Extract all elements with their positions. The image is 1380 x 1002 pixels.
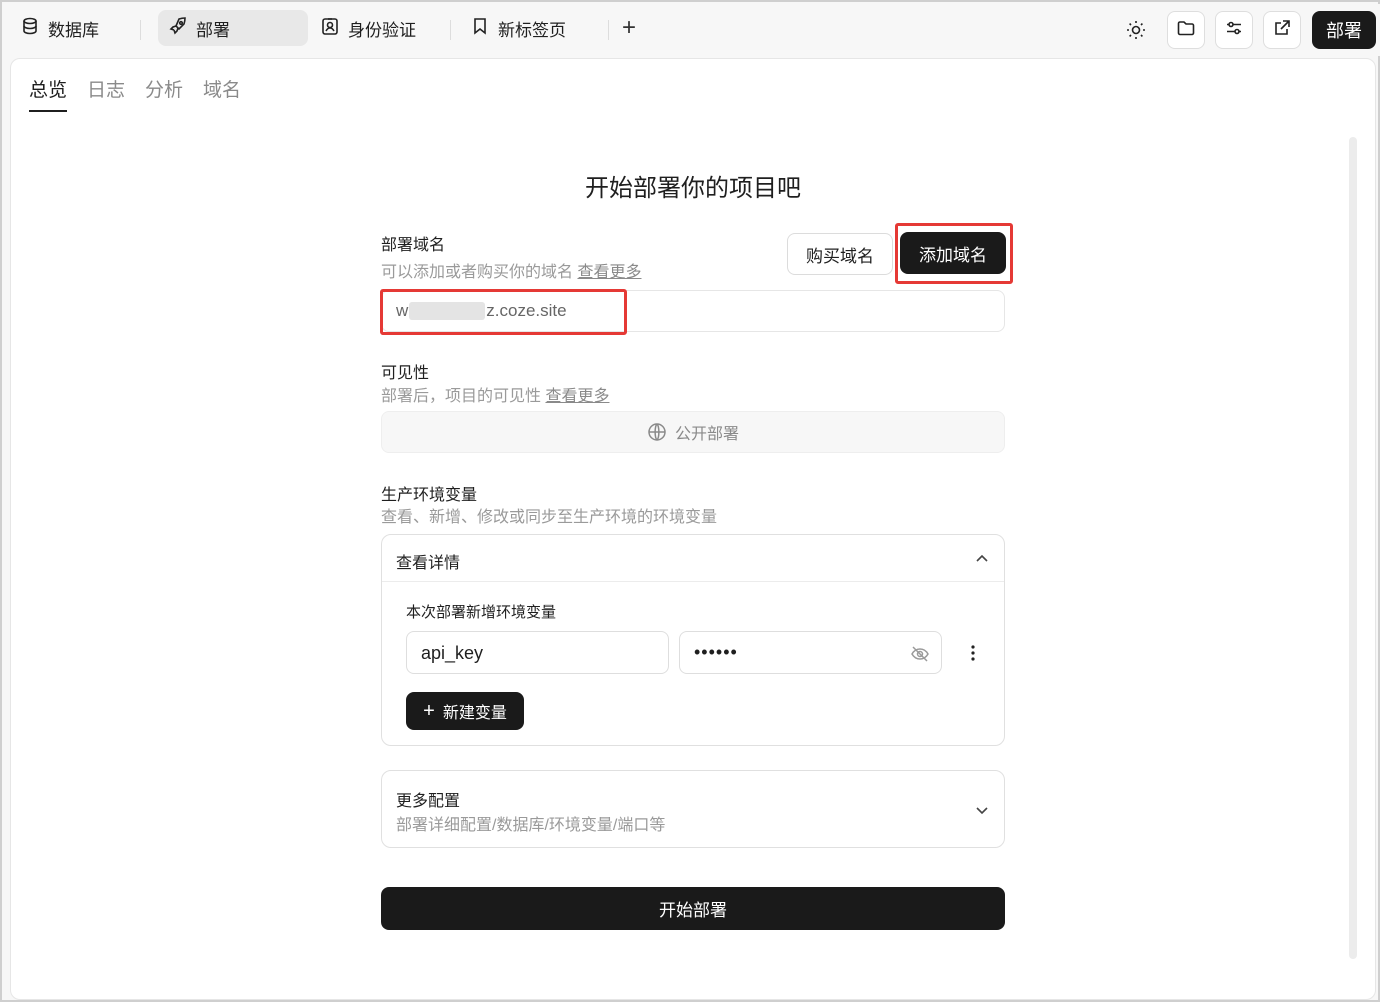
tab-label: 身份验证: [348, 20, 416, 40]
add-domain-button[interactable]: 添加域名: [900, 232, 1006, 274]
tab-new[interactable]: 新标签页: [460, 10, 576, 46]
tab-label: 数据库: [48, 20, 99, 40]
database-icon: [20, 16, 40, 41]
subtab-logs[interactable]: 日志: [87, 75, 125, 112]
env-hint: 查看、新增、修改或同步至生产环境的环境变量: [381, 509, 718, 526]
rocket-icon: [168, 16, 188, 41]
subtab-domains[interactable]: 域名: [203, 75, 241, 112]
visibility-select[interactable]: 公开部署: [381, 411, 1005, 453]
env-value-input[interactable]: ••••••: [679, 631, 942, 674]
subtab-bar: 总览 日志 分析 域名: [29, 75, 241, 112]
sliders-icon: [1224, 18, 1244, 43]
visibility-hint-text: 部署后，项目的可见性: [381, 388, 542, 405]
domain-label: 部署域名: [381, 237, 446, 254]
tab-divider: [140, 20, 141, 40]
more-vertical-icon[interactable]: [968, 643, 978, 668]
chevron-up-icon[interactable]: [974, 551, 990, 567]
tab-auth[interactable]: 身份验证: [310, 10, 426, 46]
folder-button[interactable]: [1167, 11, 1205, 49]
divider: [382, 581, 1004, 582]
globe-icon: [647, 422, 667, 442]
bookmark-icon: [470, 16, 490, 41]
subtab-overview[interactable]: 总览: [29, 75, 68, 112]
domain-learn-more-link[interactable]: 查看更多: [577, 264, 641, 281]
new-variable-label: 新建变量: [442, 705, 507, 722]
eye-off-icon[interactable]: [910, 644, 930, 669]
add-tab-button[interactable]: +: [622, 16, 636, 40]
tab-label: 新标签页: [498, 20, 566, 40]
top-bar: 数据库 部署 身份验证 新标签页 + 部署: [4, 4, 1380, 56]
env-details-title[interactable]: 查看详情: [396, 549, 460, 573]
domain-hint: 可以添加或者购买你的域名 查看更多: [381, 258, 641, 282]
more-config-hint: 部署详细配置/数据库/环境变量/端口等: [396, 817, 666, 834]
tab-label: 部署: [196, 20, 230, 40]
external-link-icon: [1272, 18, 1292, 43]
chevron-down-icon[interactable]: [974, 802, 990, 818]
page-title: 开始部署你的项目吧: [585, 175, 801, 202]
visibility-label: 可见性: [381, 365, 430, 382]
plus-icon: +: [423, 700, 435, 722]
deploy-button[interactable]: 部署: [1312, 11, 1376, 49]
tab-divider: [450, 20, 451, 40]
tab-deploy[interactable]: 部署: [158, 10, 308, 46]
more-config-card[interactable]: 更多配置 部署详细配置/数据库/环境变量/端口等: [381, 770, 1005, 848]
highlight-box: [380, 289, 627, 335]
domain-hint-text: 可以添加或者购买你的域名: [381, 264, 574, 281]
open-external-button[interactable]: [1263, 11, 1301, 49]
new-env-section-title: 本次部署新增环境变量: [406, 604, 557, 621]
more-config-title: 更多配置: [396, 793, 461, 810]
theme-toggle-sun-icon[interactable]: [1124, 18, 1148, 42]
env-key-input[interactable]: api_key: [406, 631, 669, 674]
app-window: 数据库 部署 身份验证 新标签页 + 部署 总览 日志 分析 域名 开始部署你的…: [0, 0, 1380, 1002]
env-key-value: api_key: [421, 643, 484, 663]
env-value-masked: ••••••: [694, 642, 738, 662]
visibility-learn-more-link[interactable]: 查看更多: [545, 388, 609, 405]
tab-divider: [608, 20, 609, 40]
subtab-analytics[interactable]: 分析: [145, 75, 183, 112]
folder-icon: [1176, 18, 1196, 43]
settings-button[interactable]: [1215, 11, 1253, 49]
tab-database[interactable]: 数据库: [10, 10, 109, 46]
env-label: 生产环境变量: [381, 487, 478, 504]
new-variable-button[interactable]: + 新建变量: [406, 692, 524, 730]
env-details-card: 查看详情 本次部署新增环境变量 api_key •••••• + 新建变量: [381, 534, 1005, 746]
start-deploy-button[interactable]: 开始部署: [381, 887, 1005, 930]
visibility-hint: 部署后，项目的可见性 查看更多: [381, 382, 609, 406]
id-badge-icon: [320, 16, 340, 41]
scrollbar[interactable]: [1349, 137, 1357, 959]
visibility-value: 公开部署: [674, 426, 739, 443]
buy-domain-button[interactable]: 购买域名: [787, 233, 893, 275]
